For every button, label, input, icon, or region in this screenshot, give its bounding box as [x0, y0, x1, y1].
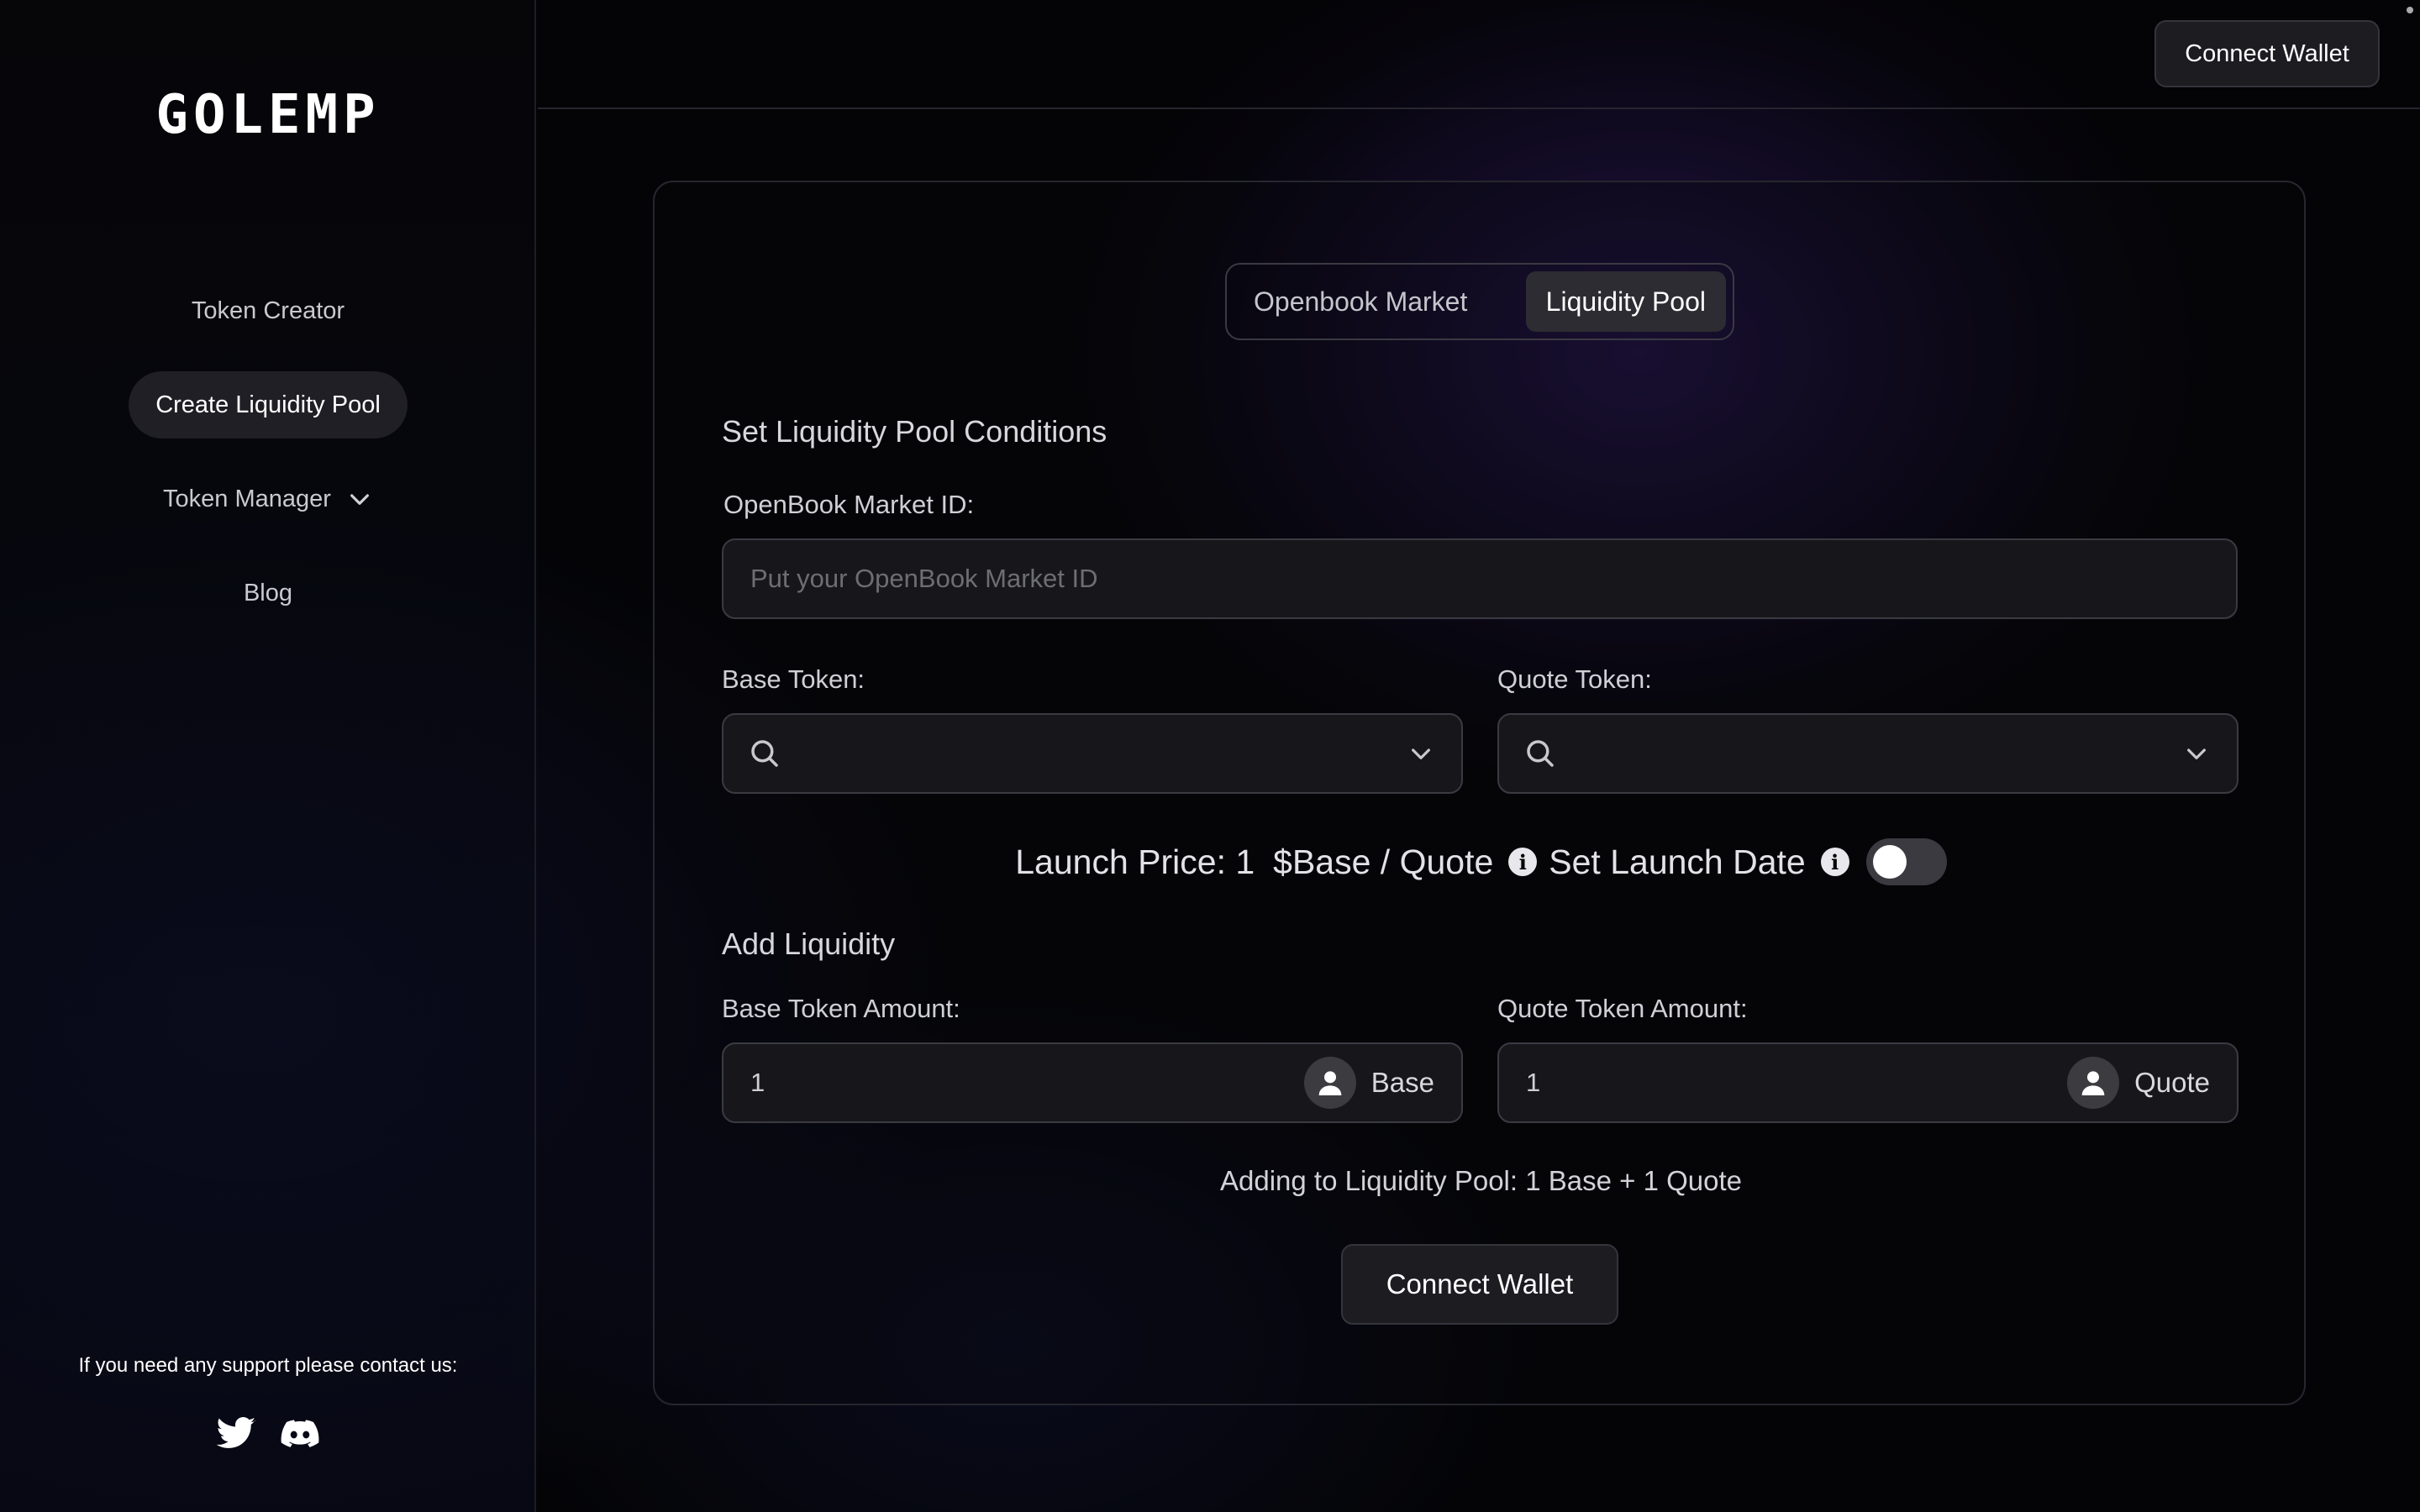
market-id-placeholder: Put your OpenBook Market ID	[750, 564, 1098, 593]
quote-token-select[interactable]	[1497, 713, 2238, 794]
liquidity-summary: Adding to Liquidity Pool: 1 Base + 1 Quo…	[1219, 1165, 1742, 1196]
logo[interactable]: GOLEMP	[0, 84, 536, 146]
sidebar-item-blog[interactable]: Blog	[217, 559, 319, 627]
quote-amount-value: 1	[1526, 1068, 1541, 1097]
base-token-select[interactable]	[722, 713, 1463, 794]
mode-tabs: Openbook Market Liquidity Pool	[1225, 263, 1734, 340]
quote-token-label: Quote Token:	[1497, 664, 1652, 694]
user-icon	[1318, 1071, 1342, 1095]
market-id-input[interactable]: Put your OpenBook Market ID	[722, 538, 2238, 619]
quote-amount-input[interactable]: 1 Quote	[1497, 1042, 2238, 1123]
sidebar-item-label: Blog	[243, 579, 293, 606]
token-avatar	[2067, 1057, 2120, 1109]
section-title-add-liquidity: Add Liquidity	[722, 927, 896, 961]
base-amount-input[interactable]: 1 Base	[722, 1042, 1463, 1123]
app-root: GOLEMP Token Creator Create Liquidity Po…	[0, 0, 2420, 1512]
twitter-icon[interactable]	[215, 1413, 257, 1455]
sidebar-item-label: Create Liquidity Pool	[155, 391, 381, 418]
top-header: Connect Wallet	[538, 0, 2420, 109]
launch-date-label: Set Launch Date	[1549, 842, 1806, 881]
market-id-label: OpenBook Market ID:	[723, 490, 975, 519]
tab-liquidity-pool[interactable]: Liquidity Pool	[1525, 271, 1726, 332]
launch-price-unit: $Base / Quote	[1273, 842, 1494, 881]
connect-wallet-button[interactable]: Connect Wallet	[1341, 1244, 1618, 1325]
discord-icon[interactable]	[279, 1413, 321, 1455]
quote-amount-unit: Quote	[2134, 1067, 2210, 1098]
connect-wallet-header-button[interactable]: Connect Wallet	[2154, 20, 2380, 87]
info-icon[interactable]: i	[1820, 848, 1849, 876]
tab-openbook-market[interactable]: Openbook Market	[1234, 271, 1487, 332]
quote-amount-label: Quote Token Amount:	[1497, 994, 1748, 1023]
sidebar-item-label: Token Manager	[163, 485, 331, 512]
section-title-conditions: Set Liquidity Pool Conditions	[722, 414, 1107, 449]
search-icon	[1527, 740, 1554, 767]
sidebar-item-create-liquidity-pool[interactable]: Create Liquidity Pool	[129, 371, 408, 438]
info-icon[interactable]: i	[1508, 848, 1538, 876]
sidebar-nav: Token Creator Create Liquidity Pool Toke…	[0, 277, 536, 654]
chevron-down-icon[interactable]	[1407, 740, 1434, 767]
token-avatar	[1303, 1057, 1356, 1109]
sidebar-item-token-creator[interactable]: Token Creator	[165, 277, 371, 344]
sidebar: GOLEMP Token Creator Create Liquidity Po…	[0, 0, 536, 1512]
sidebar-item-label: Token Creator	[191, 297, 345, 324]
liquidity-pool-card: Openbook Market Liquidity Pool Set Liqui…	[653, 181, 2306, 1405]
base-amount-unit: Base	[1370, 1067, 1434, 1098]
base-amount-value: 1	[750, 1068, 765, 1097]
sidebar-item-token-manager[interactable]: Token Manager	[136, 465, 400, 533]
search-icon	[751, 740, 778, 767]
status-dot	[2407, 7, 2413, 13]
support-text: If you need any support please contact u…	[78, 1354, 458, 1377]
chevron-down-icon	[350, 494, 369, 505]
base-token-label: Base Token:	[722, 664, 865, 694]
chevron-down-icon[interactable]	[2183, 740, 2210, 767]
social-links	[0, 1413, 536, 1455]
launch-price-label: Launch Price: 1	[1015, 842, 1255, 881]
user-icon	[2081, 1071, 2105, 1095]
launch-date-toggle[interactable]	[1865, 838, 1947, 885]
base-amount-label: Base Token Amount:	[722, 994, 960, 1023]
launch-settings-row: Launch Price: 1 $Base / Quote i Set Laun…	[655, 832, 2307, 891]
